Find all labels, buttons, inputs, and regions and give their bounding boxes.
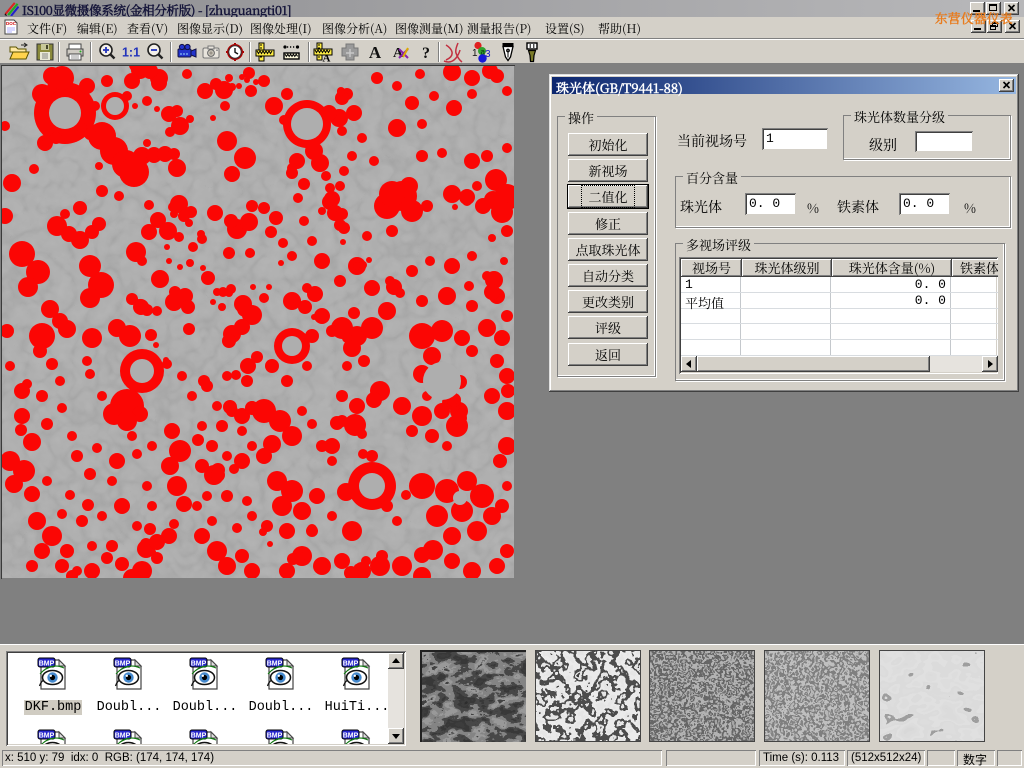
- svg-text:?: ?: [422, 45, 430, 62]
- svg-text:DOC: DOC: [6, 21, 17, 26]
- svg-text:A: A: [323, 53, 331, 64]
- svg-text:1:1: 1:1: [122, 46, 140, 60]
- svg-text:1: 1: [472, 48, 478, 59]
- svg-text:A: A: [369, 43, 382, 62]
